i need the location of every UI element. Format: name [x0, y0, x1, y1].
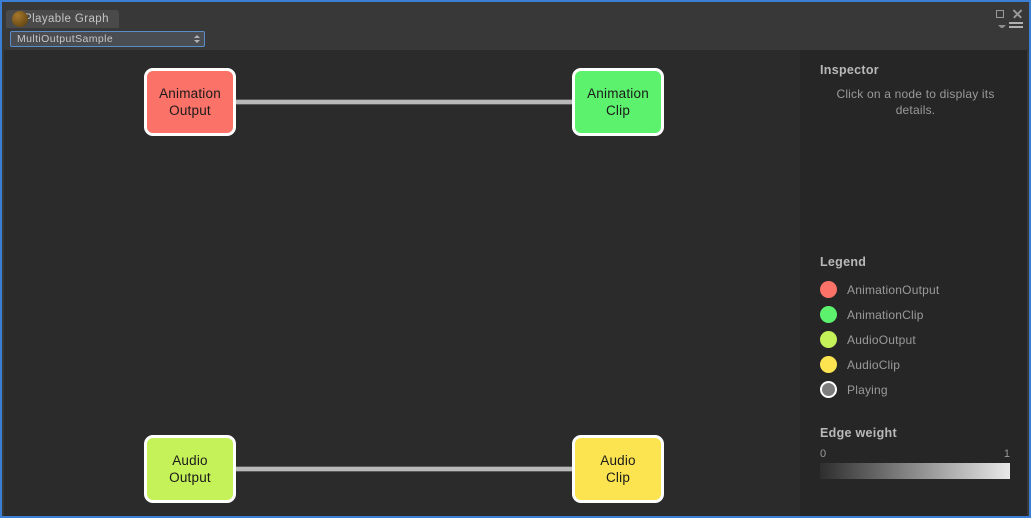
node-label-line2: Output — [169, 103, 211, 118]
node-label-line2: Clip — [605, 470, 631, 485]
close-icon[interactable] — [1012, 8, 1023, 19]
node-label-line2: Output — [169, 470, 211, 485]
graph-canvas[interactable]: Animation Output Animation Clip Audio Ou… — [4, 50, 804, 516]
legend-item-audioclip: AudioClip — [820, 352, 1017, 377]
node-audio-output[interactable]: Audio Output — [144, 435, 236, 503]
edge-weight-panel: Edge weight 0 1 — [820, 426, 1017, 479]
legend-item-label: Playing — [847, 382, 888, 397]
legend-item-audiooutput: AudioOutput — [820, 327, 1017, 352]
graph-selector-dropdown[interactable]: MultiOutputSample — [10, 31, 205, 47]
legend-panel: Legend AnimationOutput AnimationClip Aud… — [820, 255, 1017, 402]
node-audio-clip[interactable]: Audio Clip — [572, 435, 664, 503]
inspector-panel: Inspector Click on a node to display its… — [820, 63, 1017, 118]
legend-item-animationclip: AnimationClip — [820, 302, 1017, 327]
legend-item-label: AudioClip — [847, 357, 901, 372]
legend-item-label: AnimationClip — [847, 307, 924, 322]
legend-item-playing: Playing — [820, 377, 1017, 402]
node-label-line1: Animation — [587, 86, 649, 101]
node-label-line1: Animation — [159, 86, 221, 101]
unity-playable-icon — [12, 11, 28, 27]
legend-swatch-icon — [820, 281, 837, 298]
edge-weight-title: Edge weight — [820, 426, 897, 440]
legend-title: Legend — [820, 255, 867, 269]
node-animation-output[interactable]: Animation Output — [144, 68, 236, 136]
edge-weight-scale: 0 1 — [820, 448, 1010, 462]
legend-swatch-icon — [820, 381, 837, 398]
graph-toolbar: MultiOutputSample — [2, 28, 1029, 50]
playable-graph-window: Playable Graph MultiOutputSample Animati… — [0, 0, 1031, 518]
updown-arrows-icon — [194, 35, 200, 43]
inspector-hint: Click on a node to display its details. — [836, 87, 995, 117]
edge-weight-max-label: 1 — [1003, 448, 1010, 460]
legend-swatch-icon — [820, 356, 837, 373]
legend-item-label: AnimationOutput — [847, 282, 940, 297]
node-label-line2: Clip — [605, 103, 631, 118]
window-buttons — [996, 8, 1023, 19]
node-label-line1: Audio — [600, 453, 636, 468]
edge-animation — [236, 99, 573, 105]
node-animation-clip[interactable]: Animation Clip — [572, 68, 664, 136]
edge-weight-gradient-bar — [820, 463, 1010, 479]
legend-item-animationoutput: AnimationOutput — [820, 277, 1017, 302]
edge-audio — [236, 466, 573, 472]
legend-swatch-icon — [820, 331, 837, 348]
tab-label: Playable Graph — [24, 13, 109, 25]
legend-swatch-icon — [820, 306, 837, 323]
node-label-line1: Audio — [172, 453, 208, 468]
right-sidebar: Inspector Click on a node to display its… — [800, 50, 1027, 516]
edge-weight-min-label: 0 — [820, 448, 827, 460]
inspector-title: Inspector — [820, 63, 879, 77]
legend-item-label: AudioOutput — [847, 332, 916, 347]
legend-list: AnimationOutput AnimationClip AudioOutpu… — [820, 277, 1017, 402]
window-titlebar: Playable Graph — [2, 2, 1029, 32]
graph-selector-value: MultiOutputSample — [17, 33, 114, 45]
maximize-icon[interactable] — [996, 9, 1004, 18]
